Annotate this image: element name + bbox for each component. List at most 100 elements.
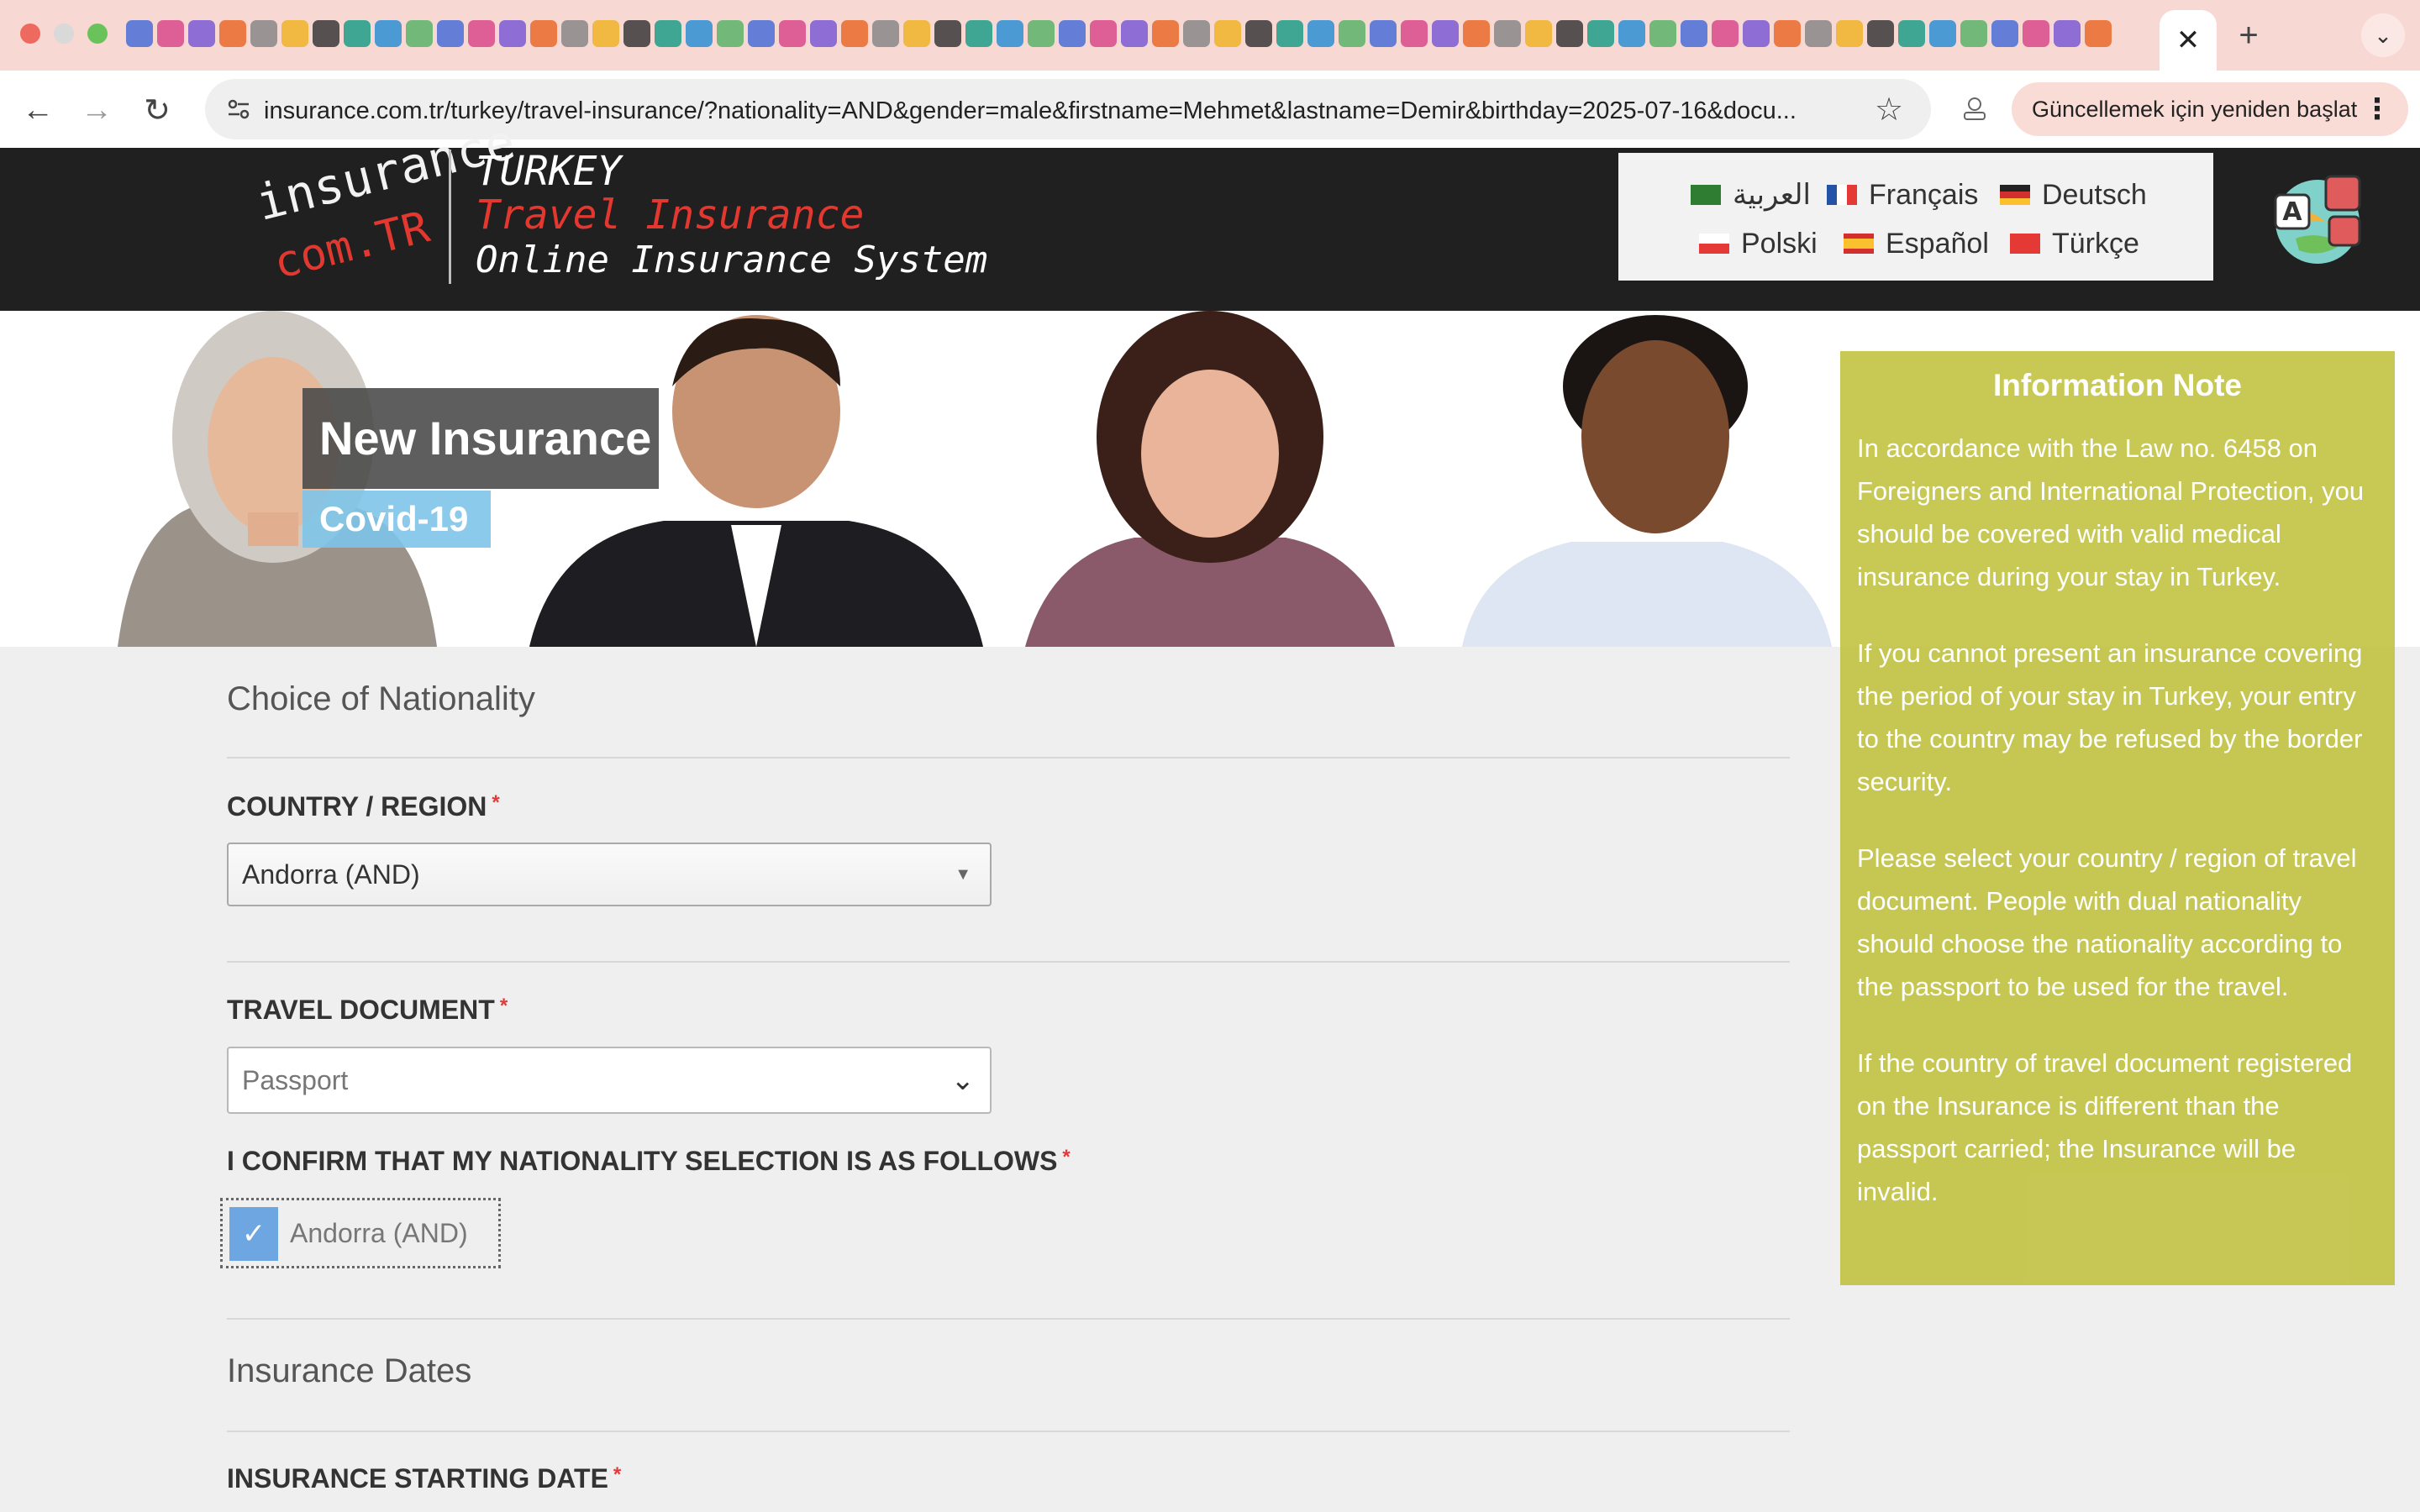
lang-french[interactable]: Français: [1827, 176, 1978, 213]
required-mark: *: [1062, 1146, 1071, 1168]
logo-divider: [449, 150, 451, 284]
pinned-tab-favicon[interactable]: [2023, 20, 2049, 47]
pinned-tab-favicon[interactable]: [1525, 20, 1552, 47]
forward-button[interactable]: →: [76, 89, 118, 131]
browser-menu-icon[interactable]: ⋮: [2363, 82, 2391, 136]
extension-icon[interactable]: [1951, 86, 1998, 133]
country-label: COUNTRY / REGION *: [227, 791, 500, 822]
pinned-tab-favicon[interactable]: [1556, 20, 1583, 47]
pinned-tab-favicon[interactable]: [965, 20, 992, 47]
pinned-tab-favicon[interactable]: [592, 20, 619, 47]
lang-spanish[interactable]: Español: [1844, 225, 1989, 262]
pinned-tab-favicon[interactable]: [934, 20, 961, 47]
window-zoom-button[interactable]: [87, 24, 108, 44]
pinned-tab-favicon[interactable]: [1929, 20, 1956, 47]
lang-turkish[interactable]: Türkçe: [2010, 225, 2139, 262]
pinned-tab-favicon[interactable]: [126, 20, 153, 47]
pinned-tab-favicon[interactable]: [748, 20, 775, 47]
pinned-tab-favicon[interactable]: [1121, 20, 1148, 47]
pinned-tab-favicon[interactable]: [1805, 20, 1832, 47]
confirm-nationality-checkbox[interactable]: ✓ Andorra (AND): [220, 1198, 501, 1268]
pinned-tab-favicon[interactable]: [2085, 20, 2112, 47]
restart-to-update-button[interactable]: Güncellemek için yeniden başlat ⋮: [2012, 82, 2408, 136]
pinned-tab-favicon[interactable]: [1836, 20, 1863, 47]
tab-close-icon[interactable]: ✕: [2176, 24, 2201, 57]
pinned-tab-favicon[interactable]: [903, 20, 930, 47]
pinned-tab-favicon[interactable]: [872, 20, 899, 47]
pinned-tab-favicon[interactable]: [1339, 20, 1365, 47]
pinned-tab-favicon[interactable]: [1307, 20, 1334, 47]
window-close-button[interactable]: [20, 24, 40, 44]
pinned-tab-favicon[interactable]: [1743, 20, 1770, 47]
pinned-tab-favicons: [126, 17, 2151, 50]
pinned-tab-favicon[interactable]: [1090, 20, 1117, 47]
pinned-tab-favicon[interactable]: [1618, 20, 1645, 47]
pinned-tab-favicon[interactable]: [717, 20, 744, 47]
tagline-system: Online Insurance System: [476, 239, 988, 281]
pinned-tab-favicon[interactable]: [313, 20, 339, 47]
pinned-tab-favicon[interactable]: [157, 20, 184, 47]
confirm-nationality-value: Andorra (AND): [290, 1218, 468, 1248]
pinned-tab-favicon[interactable]: [375, 20, 402, 47]
pinned-tab-favicon[interactable]: [561, 20, 588, 47]
required-mark: *: [499, 995, 508, 1017]
pinned-tab-favicon[interactable]: [1276, 20, 1303, 47]
pinned-tab-favicon[interactable]: [219, 20, 246, 47]
pinned-tab-favicon[interactable]: [1867, 20, 1894, 47]
pinned-tab-favicon[interactable]: [1214, 20, 1241, 47]
active-tab[interactable]: ✕: [2160, 10, 2217, 71]
pinned-tab-favicon[interactable]: [623, 20, 650, 47]
travel-document-select[interactable]: Passport ⌄: [227, 1047, 992, 1114]
site-logo[interactable]: insurance com.TR: [244, 113, 520, 311]
pinned-tab-favicon[interactable]: [1183, 20, 1210, 47]
pinned-tab-favicon[interactable]: [810, 20, 837, 47]
pinned-tab-favicon[interactable]: [841, 20, 868, 47]
pinned-tab-favicon[interactable]: [779, 20, 806, 47]
pinned-tab-favicon[interactable]: [344, 20, 371, 47]
pinned-tab-favicon[interactable]: [1649, 20, 1676, 47]
pinned-tab-favicon[interactable]: [1587, 20, 1614, 47]
pinned-tab-favicon[interactable]: [188, 20, 215, 47]
tab-search-button[interactable]: ⌄: [2361, 13, 2405, 57]
site-info-icon[interactable]: [224, 94, 254, 124]
pinned-tab-favicon[interactable]: [1152, 20, 1179, 47]
pinned-tab-favicon[interactable]: [686, 20, 713, 47]
reload-button[interactable]: ↻: [136, 89, 178, 131]
pinned-tab-favicon[interactable]: [997, 20, 1023, 47]
pinned-tab-favicon[interactable]: [499, 20, 526, 47]
pinned-tab-favicon[interactable]: [1898, 20, 1925, 47]
lang-german[interactable]: Deutsch: [2000, 176, 2147, 213]
pinned-tab-favicon[interactable]: [1774, 20, 1801, 47]
pinned-tab-favicon[interactable]: [655, 20, 681, 47]
country-select[interactable]: Andorra (AND) ▼: [227, 843, 992, 906]
bookmark-star-icon[interactable]: ☆: [1870, 91, 1907, 128]
pinned-tab-favicon[interactable]: [1432, 20, 1459, 47]
pinned-tab-favicon[interactable]: [1401, 20, 1428, 47]
pinned-tab-favicon[interactable]: [1991, 20, 2018, 47]
pinned-tab-favicon[interactable]: [1028, 20, 1055, 47]
pinned-tab-favicon[interactable]: [250, 20, 277, 47]
pinned-tab-favicon[interactable]: [1960, 20, 1987, 47]
pinned-tab-favicon[interactable]: [2054, 20, 2081, 47]
pinned-tab-favicon[interactable]: [1059, 20, 1086, 47]
pinned-tab-favicon[interactable]: [1712, 20, 1739, 47]
travel-document-value: Passport: [242, 1065, 349, 1095]
flag-icon: [2010, 234, 2040, 254]
translate-icon[interactable]: A: [2270, 171, 2365, 265]
pinned-tab-favicon[interactable]: [1370, 20, 1397, 47]
pinned-tab-favicon[interactable]: [530, 20, 557, 47]
pinned-tab-favicon[interactable]: [468, 20, 495, 47]
lang-polish[interactable]: Polski: [1699, 225, 1818, 262]
back-button[interactable]: ←: [17, 89, 59, 131]
pinned-tab-favicon[interactable]: [1463, 20, 1490, 47]
pinned-tab-favicon[interactable]: [406, 20, 433, 47]
lang-arabic[interactable]: العربية: [1691, 176, 1811, 213]
person-photo-4: [1462, 315, 1832, 647]
pinned-tab-favicon[interactable]: [1245, 20, 1272, 47]
pinned-tab-favicon[interactable]: [437, 20, 464, 47]
pinned-tab-favicon[interactable]: [1494, 20, 1521, 47]
pinned-tab-favicon[interactable]: [281, 20, 308, 47]
window-minimize-button[interactable]: [54, 24, 74, 44]
pinned-tab-favicon[interactable]: [1681, 20, 1707, 47]
new-tab-button[interactable]: +: [2227, 13, 2270, 57]
